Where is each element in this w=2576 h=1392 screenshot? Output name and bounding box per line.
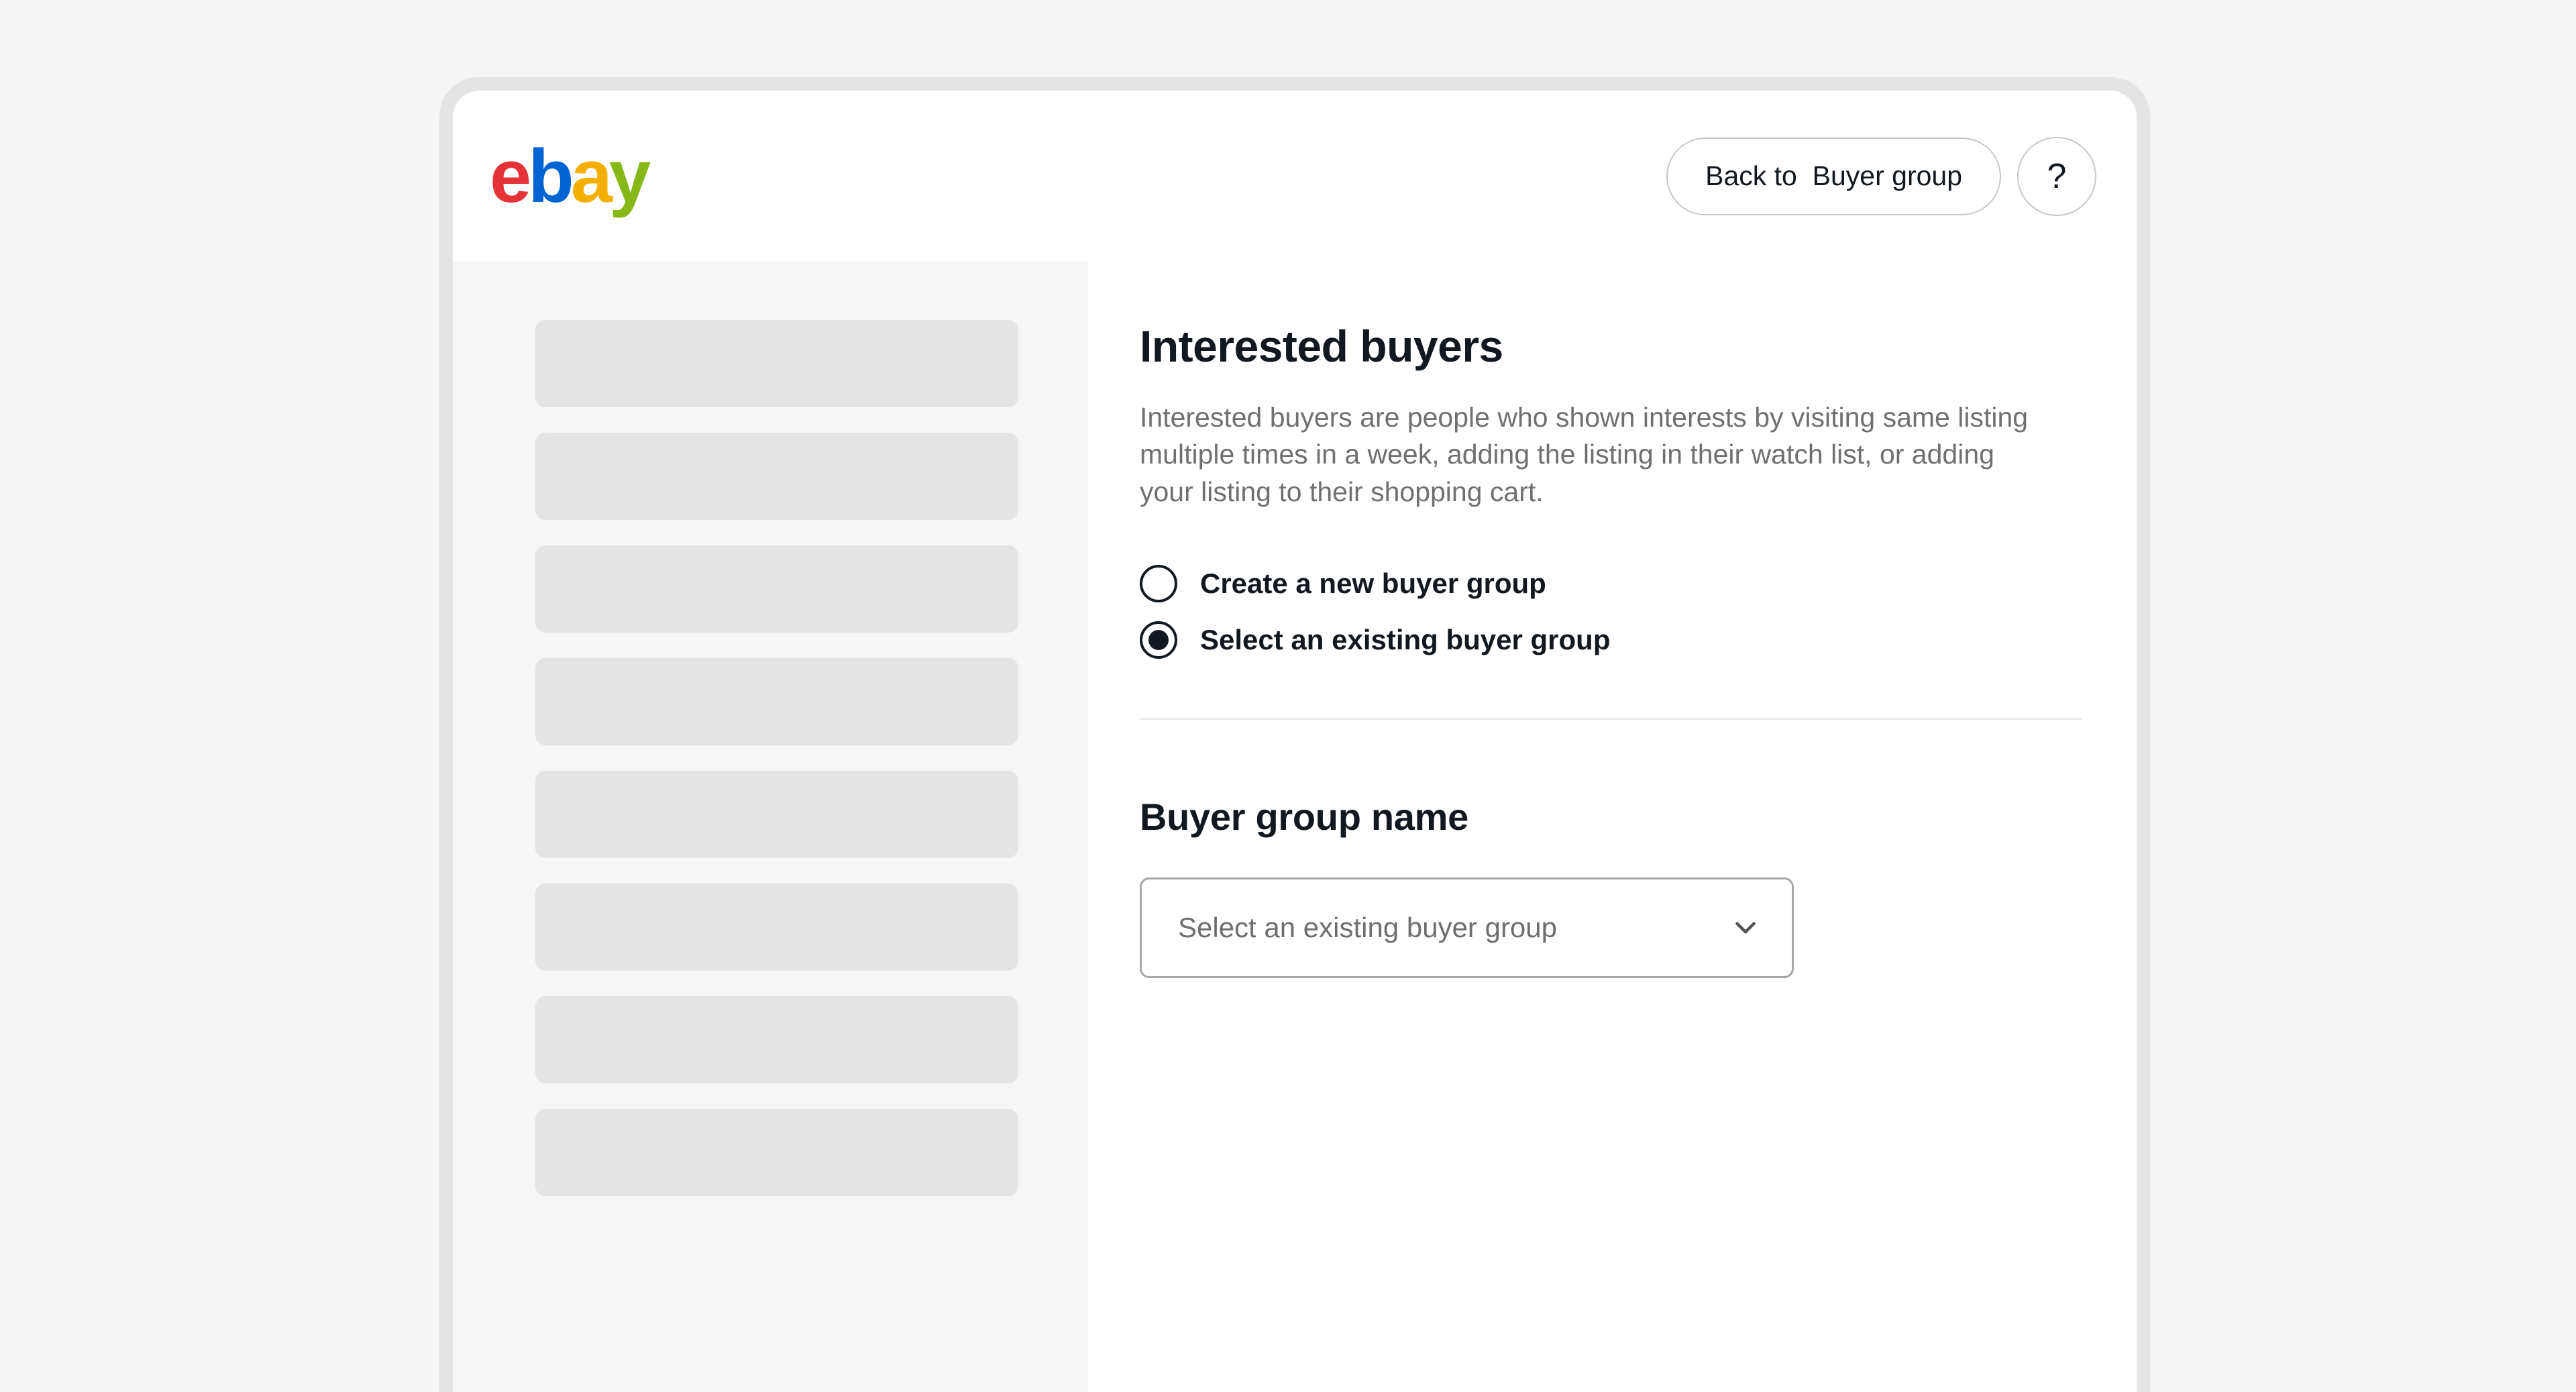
select-value: Select an existing buyer group bbox=[1178, 911, 1558, 943]
radio-label: Create a new buyer group bbox=[1200, 567, 1546, 599]
header-actions: Back to Buyer group ? bbox=[1666, 136, 2096, 216]
logo-letter-e: e bbox=[490, 133, 531, 218]
sidebar-skeleton-item bbox=[535, 996, 1018, 1083]
device-screen: ebay Back to Buyer group ? Interested bu… bbox=[453, 91, 2137, 1392]
sidebar bbox=[453, 262, 1088, 1392]
radio-label: Select an existing buyer group bbox=[1200, 623, 1611, 655]
sidebar-skeleton-item bbox=[535, 545, 1018, 633]
app-body: Interested buyers Interested buyers are … bbox=[453, 262, 2137, 1392]
sidebar-skeleton-item bbox=[535, 658, 1018, 745]
page-title: Interested buyers bbox=[1140, 321, 1503, 371]
logo-letter-y: y bbox=[609, 133, 651, 218]
radio-icon-selected[interactable] bbox=[1140, 621, 1177, 659]
sidebar-skeleton-item bbox=[535, 320, 1018, 407]
ebay-logo: ebay bbox=[490, 133, 651, 218]
buyer-group-name-label: Buyer group name bbox=[1140, 795, 1468, 838]
sidebar-skeleton-item bbox=[535, 433, 1018, 520]
back-to-buyer-group-button[interactable]: Back to Buyer group bbox=[1666, 137, 2001, 215]
logo-letter-b: b bbox=[528, 133, 574, 218]
app-header: ebay Back to Buyer group ? bbox=[453, 91, 2137, 262]
section-divider bbox=[1140, 717, 2082, 720]
logo-letter-a: a bbox=[570, 133, 612, 218]
page-description: Interested buyers are people who shown i… bbox=[1140, 401, 2029, 508]
radio-icon[interactable] bbox=[1140, 564, 1177, 602]
help-icon[interactable]: ? bbox=[2017, 136, 2096, 216]
device-frame: ebay Back to Buyer group ? Interested bu… bbox=[439, 77, 2150, 1392]
buyer-group-mode-radio-group: Create a new buyer group Select an exist… bbox=[1140, 564, 2137, 659]
sidebar-skeleton-item bbox=[535, 884, 1018, 971]
buyer-group-name-select[interactable]: Select an existing buyer group bbox=[1140, 877, 1794, 978]
chevron-down-icon[interactable] bbox=[1729, 911, 1762, 945]
radio-select-existing-buyer-group[interactable]: Select an existing buyer group bbox=[1140, 621, 1610, 659]
sidebar-skeleton-item bbox=[535, 1109, 1018, 1196]
main-content: Interested buyers Interested buyers are … bbox=[1088, 262, 2137, 1392]
radio-create-new-buyer-group[interactable]: Create a new buyer group bbox=[1140, 564, 1546, 602]
sidebar-skeleton-item bbox=[535, 771, 1018, 858]
